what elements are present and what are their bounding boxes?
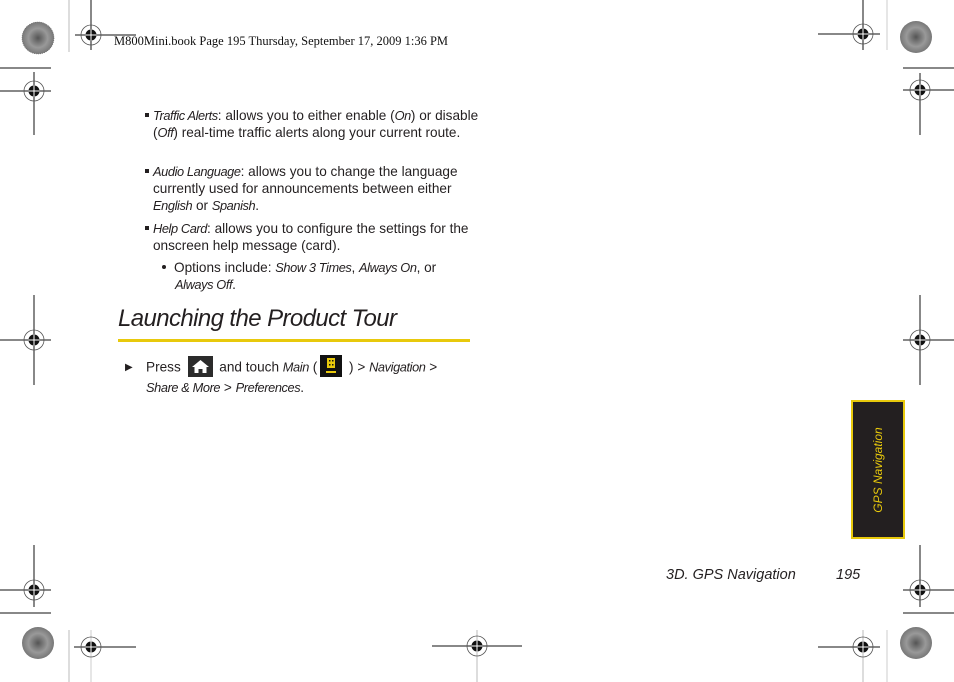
term: Audio Language	[153, 164, 241, 179]
term: Traffic Alerts	[153, 108, 218, 123]
star-target-bottom-right	[900, 627, 932, 659]
title-underline	[118, 339, 470, 342]
chapter-side-tab: GPS Navigation	[851, 400, 905, 539]
section-title: Launching the Product Tour	[118, 305, 397, 332]
star-target-bottom-left	[22, 627, 54, 659]
round-bullet-icon	[162, 265, 166, 270]
footer-section: 3D. GPS Navigation	[666, 567, 796, 583]
main-menu-icon	[320, 355, 343, 377]
bullet-traffic-alerts: Traffic Alerts: allows you to either ena…	[145, 107, 483, 141]
square-bullet-icon	[145, 226, 149, 231]
square-bullet-icon	[145, 169, 149, 174]
star-target-top-left	[21, 21, 55, 55]
term: Help Card	[153, 221, 208, 236]
star-target-top-right	[900, 21, 932, 53]
step-instruction: Press and touch Main ( ) > Navigation > …	[146, 355, 466, 396]
sub-bullet-options: Options include: Show 3 Times, Always On…	[162, 259, 475, 293]
chapter-side-tab-label: GPS Navigation	[871, 426, 885, 513]
home-key-icon	[187, 355, 213, 377]
page-number: 195	[836, 567, 861, 583]
step-arrow-icon: ▶	[125, 362, 133, 373]
print-header: M800Mini.book Page 195 Thursday, Septemb…	[114, 34, 449, 48]
square-bullet-icon	[145, 113, 149, 118]
bullet-help-card: Help Card: allows you to configure the s…	[145, 220, 483, 254]
bullet-audio-language: Audio Language: allows you to change the…	[145, 163, 483, 214]
